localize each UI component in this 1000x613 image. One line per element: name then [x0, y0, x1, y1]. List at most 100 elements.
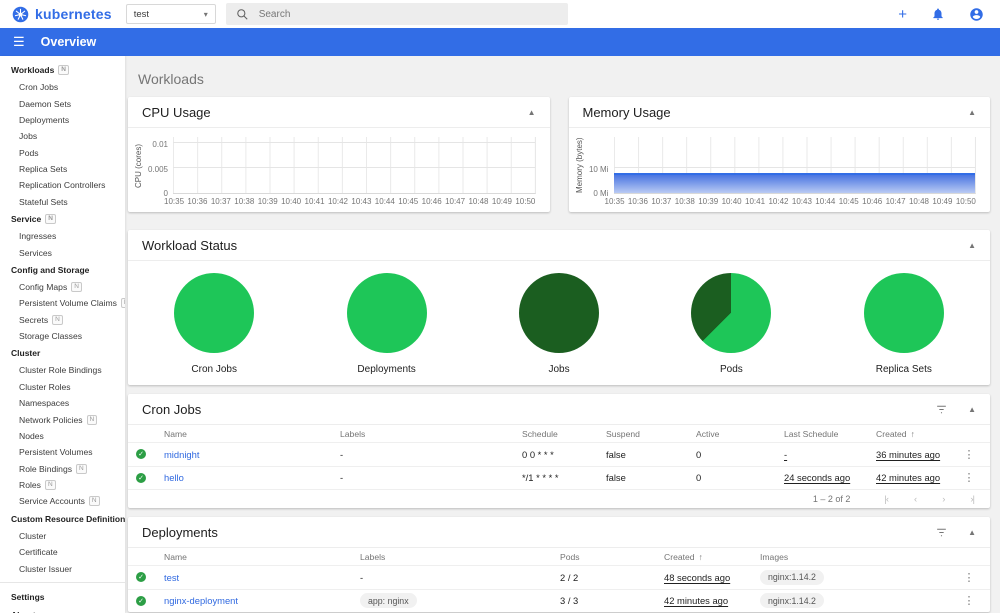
- sidebar-item-network-policies[interactable]: Network Policies N: [0, 411, 125, 427]
- resource-link[interactable]: nginx-deployment: [164, 595, 360, 606]
- collapse-card-icon[interactable]: ▲: [968, 108, 976, 117]
- pie-chart: [691, 272, 772, 353]
- sidebar-item-service-accounts[interactable]: Service Accounts N: [0, 493, 125, 509]
- menu-icon[interactable]: ☰: [13, 34, 25, 50]
- pie-label: Pods: [720, 363, 743, 375]
- column-header[interactable]: Suspend: [606, 429, 696, 439]
- x-tick-label: 10:46: [862, 197, 883, 206]
- first-page-button[interactable]: |‹: [884, 494, 889, 505]
- column-header-sorted[interactable]: Created ↑: [876, 429, 956, 439]
- workload-pie-replica-sets[interactable]: Replica Sets: [818, 261, 990, 384]
- resource-link[interactable]: midnight: [164, 449, 340, 460]
- sidebar-item-crd-certificate[interactable]: Certificate: [0, 544, 125, 560]
- workload-pie-jobs[interactable]: Jobs: [473, 261, 645, 384]
- filter-icon[interactable]: [935, 526, 948, 539]
- column-header[interactable]: Labels: [340, 429, 522, 439]
- sidebar-item-persistent-volume-claims[interactable]: Persistent Volume ClaimsN: [0, 295, 125, 311]
- sidebar-item-daemon-sets[interactable]: Daemon Sets: [0, 95, 125, 111]
- collapse-card-icon[interactable]: ▲: [968, 241, 976, 250]
- sidebar-item-cluster-role-bindings[interactable]: Cluster Role Bindings: [0, 362, 125, 378]
- user-account-icon[interactable]: [969, 7, 984, 22]
- memory-usage-card: Memory Usage ▲ Memory (bytes) 0 Mi 10 Mi: [568, 97, 990, 212]
- pagination-range: 1 – 2 of 2: [812, 494, 851, 504]
- sidebar-item-replication-controllers[interactable]: Replication Controllers: [0, 177, 125, 193]
- sidebar-item-roles[interactable]: Roles N: [0, 477, 125, 493]
- sidebar-item-deployments[interactable]: Deployments: [0, 112, 125, 128]
- filter-icon[interactable]: [935, 403, 948, 416]
- column-header[interactable]: Schedule: [522, 429, 606, 439]
- create-resource-icon[interactable]: +: [898, 7, 907, 22]
- row-menu-button[interactable]: ⋮: [956, 594, 982, 607]
- next-page-button[interactable]: ›: [942, 494, 945, 505]
- namespaced-badge: N: [120, 298, 125, 309]
- x-tick-label: 10:39: [257, 197, 278, 206]
- x-tick-label: 10:39: [698, 197, 719, 206]
- sidebar-section-cluster[interactable]: Cluster: [0, 344, 125, 362]
- collapse-card-icon[interactable]: ▲: [968, 528, 976, 537]
- resource-link[interactable]: hello: [164, 472, 340, 483]
- sidebar-item-services[interactable]: Services: [0, 244, 125, 260]
- main-content-scroll-area[interactable]: Workloads CPU Usage ▲ CPU (cores) 0 0.00…: [125, 56, 1000, 613]
- cell-schedule: 0 0 * * *: [522, 448, 554, 460]
- sidebar-section-custom-resource-definitions[interactable]: Custom Resource Definitions: [0, 510, 125, 528]
- deployments-title: Deployments: [142, 524, 218, 540]
- sidebar-item-secrets[interactable]: Secrets N: [0, 312, 125, 328]
- sidebar-item-stateful-sets[interactable]: Stateful Sets: [0, 194, 125, 210]
- sidebar-section-service[interactable]: Service N: [0, 210, 125, 228]
- column-header[interactable]: Active: [696, 429, 784, 439]
- sidebar-section-workloads[interactable]: Workloads N: [0, 61, 125, 79]
- sidebar-item-crd-cluster[interactable]: Cluster: [0, 528, 125, 544]
- workload-pie-deployments[interactable]: Deployments: [300, 261, 472, 384]
- column-header[interactable]: Images: [760, 552, 956, 562]
- label-chip: app: nginx: [360, 593, 417, 609]
- sidebar-item-nodes[interactable]: Nodes: [0, 428, 125, 444]
- sidebar-section-config-and-storage[interactable]: Config and Storage: [0, 261, 125, 279]
- status-succeeded-icon: ✓: [136, 595, 146, 606]
- item-label: Ingresses: [19, 231, 57, 242]
- sidebar-item-crd-cluster-issuer[interactable]: Cluster Issuer: [0, 560, 125, 576]
- search-bar[interactable]: [225, 3, 568, 25]
- sidebar-item-storage-classes[interactable]: Storage Classes: [0, 328, 125, 344]
- workload-pie-pods[interactable]: Pods: [645, 261, 817, 384]
- sidebar-item-jobs[interactable]: Jobs: [0, 128, 125, 144]
- notifications-bell-icon[interactable]: [931, 7, 945, 21]
- previous-page-button[interactable]: ‹: [914, 494, 917, 505]
- x-tick-label: 10:37: [210, 197, 231, 206]
- sidebar-item-settings[interactable]: Settings: [0, 588, 125, 606]
- item-label: Deployments: [19, 114, 70, 125]
- item-label: Cluster Role Bindings: [19, 365, 102, 376]
- column-header[interactable]: Name: [164, 429, 340, 439]
- kubernetes-logo[interactable]: kubernetes: [12, 6, 112, 23]
- sidebar-item-cluster-roles[interactable]: Cluster Roles: [0, 379, 125, 395]
- item-label: Service Accounts: [19, 496, 85, 507]
- sidebar-item-config-maps[interactable]: Config Maps N: [0, 279, 125, 295]
- last-page-button[interactable]: ›|: [970, 494, 975, 505]
- resource-link[interactable]: test: [164, 572, 360, 583]
- column-header-sorted[interactable]: Created ↑: [664, 552, 760, 562]
- table-row: ✓ hello - */1 * * * * false 0 24 seconds…: [128, 465, 990, 490]
- sidebar-item-namespaces[interactable]: Namespaces: [0, 395, 125, 411]
- row-menu-button[interactable]: ⋮: [956, 571, 982, 584]
- column-header[interactable]: Last Schedule: [784, 429, 876, 439]
- y-tick-label: 0.005: [147, 165, 168, 174]
- cell-created: 36 minutes ago: [876, 448, 941, 460]
- sidebar-item-pods[interactable]: Pods: [0, 145, 125, 161]
- column-header[interactable]: Labels: [360, 552, 560, 562]
- sidebar-item-cron-jobs[interactable]: Cron Jobs: [0, 79, 125, 95]
- namespace-selector[interactable]: test ▾: [125, 4, 216, 24]
- sidebar-item-about[interactable]: About: [0, 606, 125, 613]
- sidebar-item-replica-sets[interactable]: Replica Sets: [0, 161, 125, 177]
- sidebar-item-persistent-volumes[interactable]: Persistent Volumes: [0, 444, 125, 460]
- workload-pie-cron-jobs[interactable]: Cron Jobs: [128, 261, 300, 384]
- column-header[interactable]: Pods: [560, 552, 664, 562]
- row-menu-button[interactable]: ⋮: [956, 448, 982, 461]
- search-input[interactable]: [258, 8, 558, 20]
- row-menu-button[interactable]: ⋮: [956, 471, 982, 484]
- sidebar-item-role-bindings[interactable]: Role Bindings N: [0, 461, 125, 477]
- column-header[interactable]: Name: [164, 552, 360, 562]
- namespaced-badge: N: [45, 214, 56, 224]
- item-label: Config Maps: [19, 281, 68, 292]
- collapse-card-icon[interactable]: ▲: [968, 405, 976, 414]
- collapse-card-icon[interactable]: ▲: [528, 108, 536, 117]
- sidebar-item-ingresses[interactable]: Ingresses: [0, 228, 125, 244]
